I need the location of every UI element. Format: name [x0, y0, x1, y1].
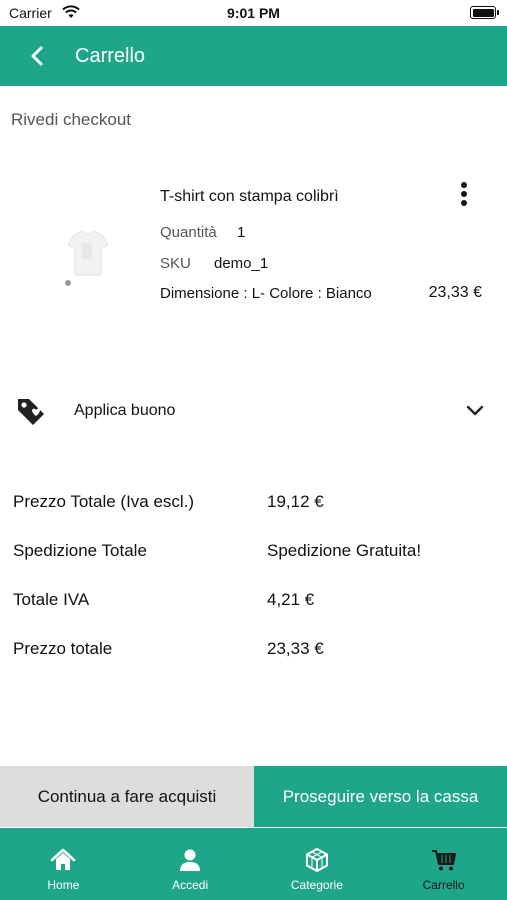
chevron-down-icon[interactable]: [464, 402, 486, 420]
cube-icon: [305, 847, 328, 873]
battery-icon: [470, 6, 499, 19]
apply-coupon-row[interactable]: Applica buono: [0, 384, 507, 440]
summary-value: 4,21 €: [267, 590, 315, 609]
tab-cart[interactable]: Carrello: [380, 828, 507, 900]
summary-row-tax: Totale IVA 4,21 €: [0, 590, 507, 620]
quantity-value: 1: [237, 224, 246, 241]
app-header: Carrello: [0, 26, 507, 86]
bottom-tab-bar: Home Accedi Categorie Carrello: [0, 828, 507, 900]
summary-row-subtotal: Prezzo Totale (Iva escl.) 19,12 €: [0, 492, 507, 522]
page-title: Carrello: [75, 45, 146, 67]
clock: 9:01 PM: [227, 5, 280, 21]
back-arrow-icon[interactable]: [24, 42, 52, 70]
section-title: Rivedi checkout: [11, 110, 132, 129]
continue-shopping-button[interactable]: Continua a fare acquisti: [0, 766, 254, 827]
tab-categories[interactable]: Categorie: [254, 828, 381, 900]
tab-login[interactable]: Accedi: [127, 828, 254, 900]
summary-value: 19,12 €: [267, 492, 324, 511]
tab-label: Accedi: [172, 878, 209, 892]
cart-icon: [431, 850, 456, 871]
product-name[interactable]: T-shirt con stampa colibrì: [160, 188, 339, 206]
quantity-label: Quantità: [160, 224, 217, 241]
product-variant: Dimensione : L- Colore : Bianco: [160, 285, 372, 302]
summary-row-total: Prezzo totale 23,33 €: [0, 639, 507, 669]
proceed-to-checkout-button[interactable]: Proseguire verso la cassa: [254, 766, 507, 827]
summary-label: Prezzo totale: [13, 639, 113, 658]
sku-label: SKU: [160, 255, 191, 272]
home-icon: [51, 848, 76, 870]
more-options-icon[interactable]: [456, 180, 472, 208]
product-thumbnail[interactable]: [60, 225, 116, 289]
tab-label: Home: [47, 878, 80, 892]
summary-label: Prezzo Totale (Iva escl.): [13, 492, 195, 511]
tab-label: Categorie: [290, 878, 343, 892]
tab-home[interactable]: Home: [0, 828, 127, 900]
summary-label: Totale IVA: [13, 590, 90, 609]
sku-value: demo_1: [214, 255, 269, 272]
summary-label: Spedizione Totale: [13, 541, 147, 560]
tag-icon: [18, 399, 44, 425]
status-bar: Carrier 9:01 PM: [0, 0, 507, 26]
summary-value: Spedizione Gratuita!: [267, 541, 422, 560]
summary-row-shipping: Spedizione Totale Spedizione Gratuita!: [0, 541, 507, 571]
user-icon: [180, 849, 201, 871]
apply-coupon-label: Applica buono: [74, 402, 176, 419]
tab-label: Carrello: [422, 878, 465, 892]
summary-value: 23,33 €: [267, 639, 324, 658]
item-price: 23,33 €: [428, 284, 482, 301]
